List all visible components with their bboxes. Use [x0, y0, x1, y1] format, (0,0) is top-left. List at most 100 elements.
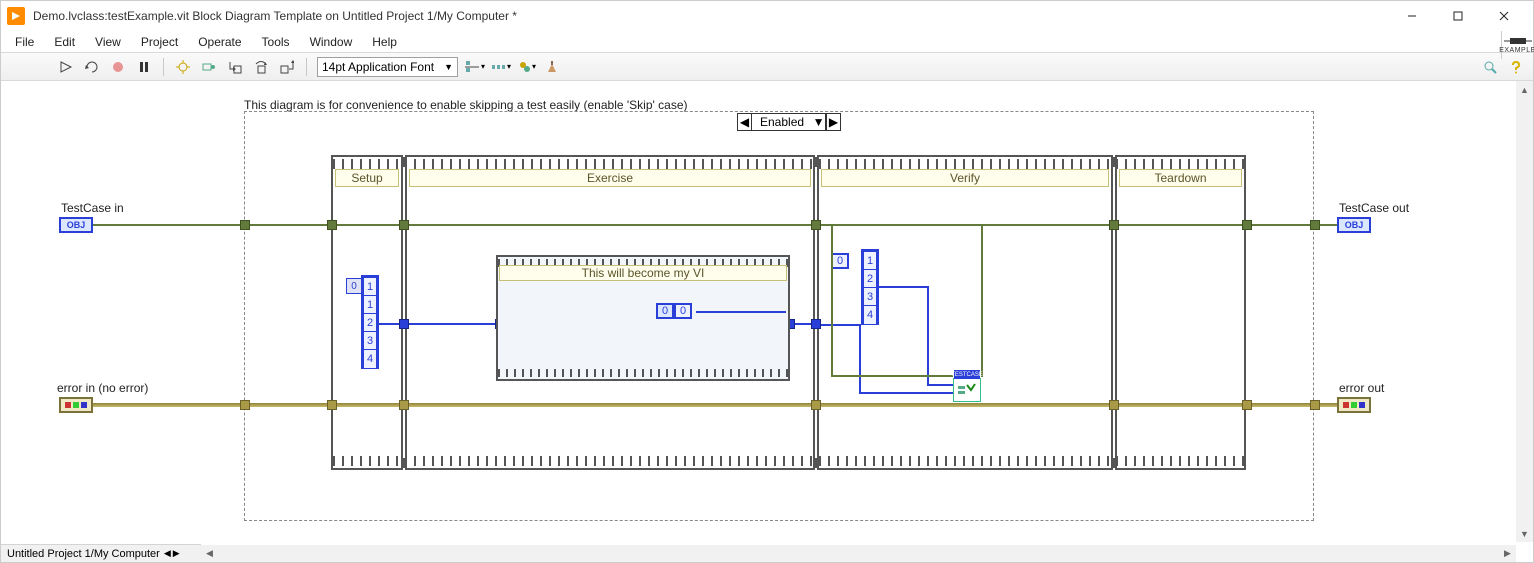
- menu-file[interactable]: File: [5, 31, 44, 52]
- close-button[interactable]: [1481, 1, 1527, 31]
- terminal-testcase-out[interactable]: OBJ: [1337, 217, 1371, 233]
- terminal-label-testcase-out: TestCase out: [1339, 201, 1409, 215]
- wire-testcase-branch-v[interactable]: [831, 225, 833, 377]
- menu-tools[interactable]: Tools: [252, 31, 300, 52]
- tunnel-seq-testcase-in[interactable]: [327, 220, 337, 230]
- tunnel-frame3-error[interactable]: [1109, 400, 1119, 410]
- verify-array-cell-1[interactable]: 2: [864, 270, 876, 288]
- block-diagram-canvas[interactable]: This diagram is for convenience to enabl…: [1, 81, 1533, 542]
- tunnel-case-error-in[interactable]: [240, 400, 250, 410]
- menu-view[interactable]: View: [85, 31, 131, 52]
- wire-verify-actual-h2[interactable]: [859, 392, 953, 394]
- wire-testcase-return-v[interactable]: [981, 225, 983, 377]
- tunnel-frame2-testcase[interactable]: [811, 220, 821, 230]
- tunnel-frame2-error[interactable]: [811, 400, 821, 410]
- setup-array-index[interactable]: 0: [346, 278, 362, 294]
- maximize-button[interactable]: [1435, 1, 1481, 31]
- wire-testcase[interactable]: [93, 224, 1338, 226]
- sequence-frame-separator-1[interactable]: [401, 155, 407, 470]
- scroll-left-icon[interactable]: ◀: [201, 548, 218, 559]
- wire-verify-expected-h1[interactable]: [879, 286, 929, 288]
- scroll-down-icon[interactable]: ▼: [1516, 525, 1533, 542]
- exercise-numeric-pair[interactable]: 0 0: [656, 303, 692, 319]
- highlight-exec-button[interactable]: [172, 56, 194, 78]
- verify-index-constant[interactable]: 0: [831, 253, 849, 269]
- tunnel-seq-testcase-out[interactable]: [1242, 220, 1252, 230]
- tunnel-frame1-testcase[interactable]: [399, 220, 409, 230]
- tunnel-case-testcase-in[interactable]: [240, 220, 250, 230]
- example-label: EXAMPLE: [1499, 47, 1534, 54]
- case-selector[interactable]: ◀ Enabled ▼ ▶: [737, 113, 841, 131]
- font-dropdown[interactable]: 14pt Application Font ▼: [317, 57, 458, 77]
- case-prev-icon[interactable]: ◀: [738, 114, 752, 130]
- case-next-icon[interactable]: ▶: [826, 114, 840, 130]
- align-objects-button[interactable]: ▾: [464, 56, 486, 78]
- terminal-label-testcase-in: TestCase in: [61, 201, 124, 215]
- step-out-button[interactable]: [276, 56, 298, 78]
- setup-array-constant[interactable]: 0 1 1 2 3 4: [361, 275, 379, 369]
- verify-array-cell-0[interactable]: 1: [864, 252, 876, 270]
- verify-array-constant[interactable]: 1 2 3 4: [861, 249, 879, 325]
- terminal-testcase-in[interactable]: OBJ: [59, 217, 93, 233]
- menu-operate[interactable]: Operate: [188, 31, 251, 52]
- wire-error[interactable]: [93, 403, 1338, 407]
- font-label: 14pt Application Font: [322, 60, 434, 74]
- wire-verify-actual-h1[interactable]: [821, 324, 861, 326]
- menu-project[interactable]: Project: [131, 31, 188, 52]
- wire-exercise-out[interactable]: [696, 311, 786, 313]
- assert-equal-node[interactable]: TESTCASE: [953, 378, 981, 402]
- menu-window[interactable]: Window: [300, 31, 363, 52]
- exercise-num-left[interactable]: 0: [656, 303, 674, 319]
- sequence-frame-separator-2[interactable]: [813, 155, 819, 470]
- exercise-num-right[interactable]: 0: [674, 303, 692, 319]
- tunnel-frame1-error[interactable]: [399, 400, 409, 410]
- setup-array-cell-4[interactable]: 4: [364, 350, 376, 368]
- tunnel-frame2-blue[interactable]: [811, 319, 821, 329]
- verify-array-cell-2[interactable]: 3: [864, 288, 876, 306]
- scroll-right-icon[interactable]: ▶: [1499, 548, 1516, 559]
- context-next-icon[interactable]: ▶: [173, 548, 180, 559]
- tunnel-case-testcase-out[interactable]: [1310, 220, 1320, 230]
- titlebar: Demo.lvclass:testExample.vit Block Diagr…: [1, 1, 1533, 31]
- context-help-button[interactable]: [1505, 56, 1527, 78]
- wire-testcase-branch-h[interactable]: [831, 375, 953, 377]
- setup-array-cell-0[interactable]: 1: [364, 278, 376, 296]
- run-button[interactable]: [55, 56, 77, 78]
- setup-array-cell-3[interactable]: 3: [364, 332, 376, 350]
- project-context-bar[interactable]: Untitled Project 1/My Computer ◀ ▶: [1, 544, 201, 562]
- distribute-objects-button[interactable]: ▾: [490, 56, 512, 78]
- verify-array-cell-3[interactable]: 4: [864, 306, 876, 324]
- scroll-up-icon[interactable]: ▲: [1516, 81, 1533, 98]
- minimize-button[interactable]: [1389, 1, 1435, 31]
- wire-verify-actual-v[interactable]: [859, 324, 861, 394]
- horizontal-scrollbar[interactable]: ◀ ▶: [201, 545, 1516, 562]
- setup-array-cell-1[interactable]: 1: [364, 296, 376, 314]
- vi-icon-example[interactable]: EXAMPLE: [1501, 31, 1533, 59]
- cleanup-diagram-button[interactable]: [542, 56, 564, 78]
- menu-edit[interactable]: Edit: [44, 31, 85, 52]
- vertical-scrollbar[interactable]: ▲ ▼: [1516, 81, 1533, 542]
- terminal-error-out[interactable]: [1337, 397, 1371, 413]
- sequence-frame-separator-3[interactable]: [1111, 155, 1117, 470]
- pause-button[interactable]: [133, 56, 155, 78]
- tunnel-seq-error-in[interactable]: [327, 400, 337, 410]
- retain-wire-values-button[interactable]: [198, 56, 220, 78]
- menu-help[interactable]: Help: [362, 31, 407, 52]
- terminal-error-in[interactable]: [59, 397, 93, 413]
- step-over-button[interactable]: [250, 56, 272, 78]
- wire-verify-expected-v[interactable]: [927, 286, 929, 386]
- tunnel-case-error-out[interactable]: [1310, 400, 1320, 410]
- tunnel-frame3-testcase[interactable]: [1109, 220, 1119, 230]
- dropdown-arrow-icon: ▼: [444, 62, 453, 72]
- wire-verify-expected-h2[interactable]: [927, 384, 953, 386]
- step-into-button[interactable]: [224, 56, 246, 78]
- search-button[interactable]: [1479, 56, 1501, 78]
- tunnel-frame1-blue[interactable]: [399, 319, 409, 329]
- context-prev-icon[interactable]: ◀: [164, 548, 171, 559]
- setup-array-cell-2[interactable]: 2: [364, 314, 376, 332]
- reorder-button[interactable]: ▾: [516, 56, 538, 78]
- abort-button[interactable]: [107, 56, 129, 78]
- run-continuously-button[interactable]: [81, 56, 103, 78]
- tunnel-seq-error-out[interactable]: [1242, 400, 1252, 410]
- case-dropdown-icon[interactable]: ▼: [812, 114, 826, 130]
